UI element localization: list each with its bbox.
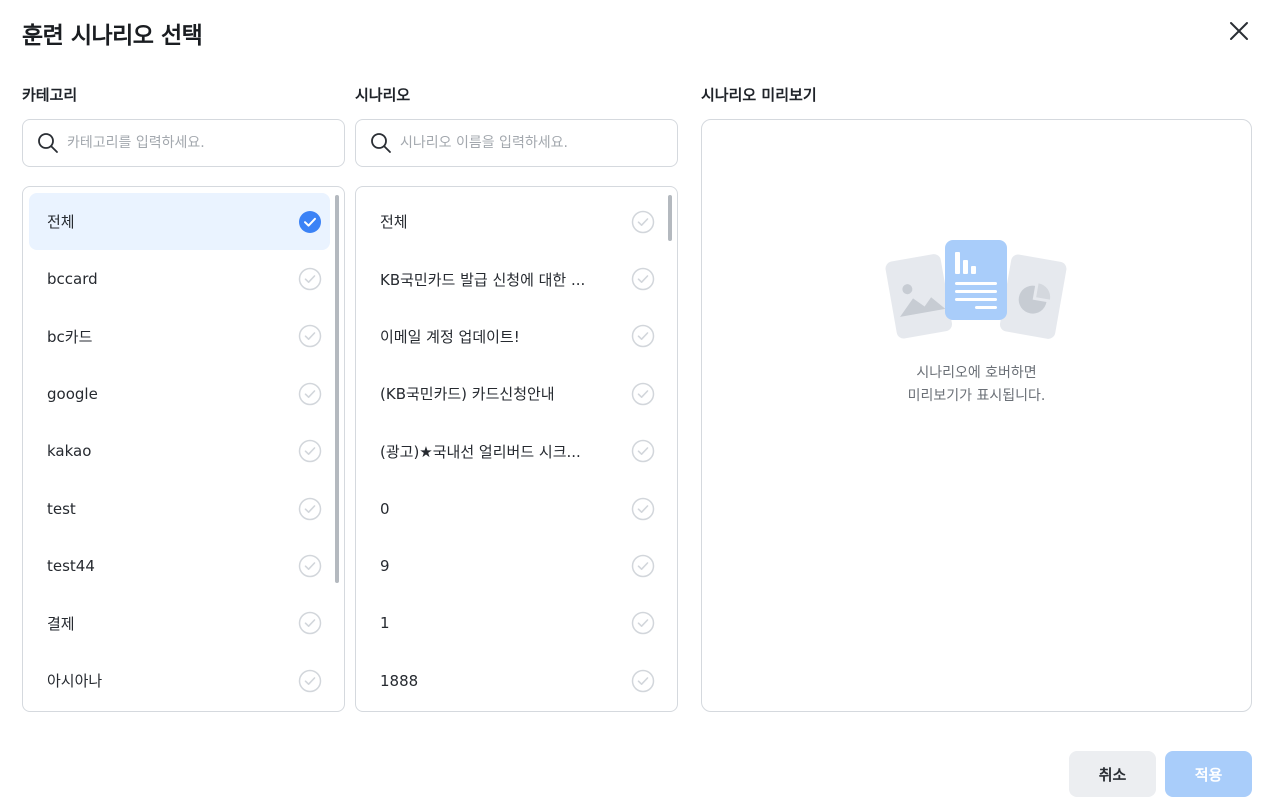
check-circle-icon [631, 669, 655, 693]
scenario-search-input[interactable] [400, 135, 640, 151]
scenario-item[interactable]: 1888 [362, 652, 663, 709]
search-icon [38, 133, 58, 153]
category-search-box[interactable] [22, 119, 345, 167]
scenario-item-label: 0 [380, 499, 390, 518]
close-button[interactable] [1224, 16, 1254, 46]
scenario-item-label: 이메일 계정 업데이트! [380, 327, 520, 346]
scenario-item[interactable]: 9 [362, 537, 663, 594]
category-list-items: 전체 bccard bc카드 google kakao test test44 결제아시아나 [29, 193, 330, 710]
scenario-item[interactable]: 0 [362, 480, 663, 537]
category-item[interactable]: 결제 [29, 595, 330, 652]
apply-button[interactable]: 적용 [1165, 751, 1252, 797]
category-item-label: google [47, 384, 98, 403]
category-item[interactable]: bc카드 [29, 308, 330, 365]
check-circle-icon [631, 440, 655, 463]
check-circle-icon [631, 554, 655, 578]
category-item-label: 결제 [47, 614, 75, 633]
check-circle-icon [631, 612, 655, 635]
preview-empty-line1: 시나리오에 호버하면 [916, 365, 1037, 381]
scenario-scrollbar[interactable] [668, 195, 672, 241]
check-circle-icon [631, 382, 655, 406]
document-preview-icon [885, 240, 1067, 339]
category-item[interactable]: google [29, 365, 330, 422]
category-item-label: bc카드 [47, 327, 93, 346]
check-circle-icon [631, 497, 655, 520]
check-circle-icon [298, 267, 322, 291]
scenario-item[interactable]: (KB국민카드) 카드신청안내 [362, 365, 663, 422]
category-list[interactable]: 전체 bccard bc카드 google kakao test test44 결제아시아나 [22, 186, 345, 712]
category-item-label: kakao [47, 442, 92, 461]
check-circle-icon [298, 669, 322, 693]
category-item[interactable]: kakao [29, 423, 330, 480]
category-item[interactable]: 전체 [29, 193, 330, 251]
scenario-item-label: 1 [380, 614, 390, 633]
category-item-label: bccard [47, 270, 98, 289]
category-item-label: test44 [47, 557, 95, 576]
scenario-item-label: (KB국민카드) 카드신청안내 [380, 385, 555, 404]
scenario-item-label: 9 [380, 557, 390, 576]
scenario-item-label: (광고)★국내선 얼리버드 시크... [380, 442, 581, 461]
scenario-list-items: 전체 KB국민카드 발급 신청에 대한 ... 이메일 계정 업데이트! (KB국민카… [362, 193, 663, 710]
scenario-item-label: 1888 [380, 671, 419, 690]
category-item[interactable]: bccard [29, 250, 330, 307]
scenario-label: 시나리오 [355, 86, 411, 104]
check-circle-icon [299, 210, 321, 233]
scenario-search-box[interactable] [355, 119, 678, 167]
scenario-item[interactable]: 1 [362, 595, 663, 652]
check-circle-icon [631, 325, 655, 348]
scenario-item[interactable]: KB국민카드 발급 신청에 대한 ... [362, 250, 663, 307]
scenario-item[interactable]: 이메일 계정 업데이트! [362, 308, 663, 365]
category-item-label: 아시아나 [47, 672, 103, 691]
check-circle-icon [631, 210, 655, 233]
preview-empty-line2: 미리보기가 표시됩니다. [907, 388, 1046, 404]
category-item[interactable]: test [29, 480, 330, 537]
check-circle-icon [298, 382, 322, 406]
check-circle-icon [298, 325, 322, 348]
scenario-item[interactable]: (광고)★국내선 얼리버드 시크... [362, 423, 663, 480]
category-item-label: 전체 [47, 213, 75, 232]
cancel-button[interactable]: 취소 [1069, 751, 1156, 797]
preview-panel: 시나리오에 호버하면 미리보기가 표시됩니다. [701, 119, 1252, 712]
check-circle-icon [298, 440, 322, 463]
preview-empty-message: 시나리오에 호버하면 미리보기가 표시됩니다. [702, 362, 1251, 408]
category-label: 카테고리 [22, 86, 78, 104]
category-search-input[interactable] [67, 135, 307, 151]
preview-label: 시나리오 미리보기 [701, 86, 817, 104]
scenario-item-label: KB국민카드 발급 신청에 대한 ... [380, 270, 586, 289]
category-item[interactable]: test44 [29, 537, 330, 594]
check-circle-icon [631, 267, 655, 291]
scenario-list[interactable]: 전체 KB국민카드 발급 신청에 대한 ... 이메일 계정 업데이트! (KB국민카… [355, 186, 678, 712]
category-scrollbar[interactable] [335, 195, 339, 583]
scenario-item[interactable]: 전체 [362, 193, 663, 250]
check-circle-icon [298, 497, 322, 520]
category-item[interactable]: 아시아나 [29, 652, 330, 709]
check-circle-icon [298, 612, 322, 635]
category-item-label: test [47, 499, 76, 518]
scenario-item-label: 전체 [380, 213, 408, 232]
search-icon [371, 133, 391, 153]
check-circle-icon [298, 554, 322, 578]
close-icon [1230, 22, 1248, 40]
modal-title: 훈련 시나리오 선택 [22, 23, 203, 49]
